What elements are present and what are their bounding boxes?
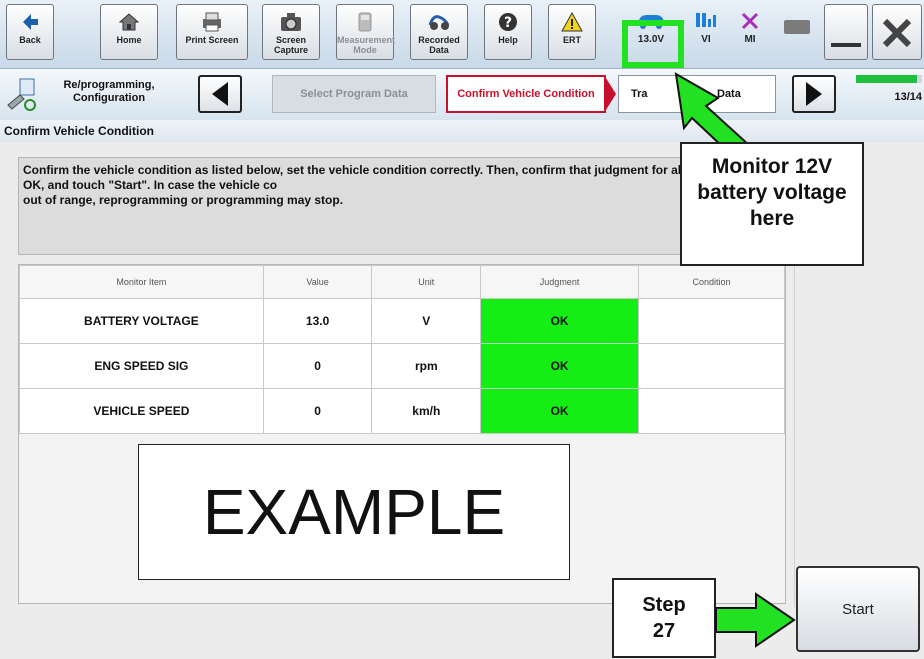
ert-button[interactable]: ERT	[548, 4, 596, 60]
judgment-cell: OK	[480, 298, 639, 344]
column-header-condition: Condition	[637, 265, 786, 299]
column-header-value: Value	[262, 265, 373, 299]
minimize-button[interactable]	[824, 4, 868, 60]
judgment-cell: OK	[480, 388, 639, 434]
monitor-item-cell: ENG SPEED SIG	[19, 343, 264, 389]
back-button[interactable]: Back	[6, 4, 54, 60]
table-row: ENG SPEED SIG 0 rpm OK	[19, 343, 786, 389]
table-row: VEHICLE SPEED 0 km/h OK	[19, 388, 786, 434]
instruction-text-tail: out of range, reprogramming or programmi…	[23, 193, 344, 207]
print-screen-button[interactable]: Print Screen	[176, 4, 248, 60]
minimize-icon	[831, 43, 861, 47]
progress-indicator: 13/14	[856, 75, 922, 113]
value-cell: 13.0	[262, 298, 373, 344]
battery-status-icon	[784, 20, 810, 34]
unit-cell: rpm	[371, 343, 482, 389]
start-button[interactable]: Start	[796, 566, 920, 652]
home-icon	[118, 13, 140, 31]
left-arrow-icon	[212, 82, 228, 106]
monitor-table: Monitor Item Value Unit Judgment Conditi…	[19, 265, 786, 434]
prev-step-button[interactable]	[198, 75, 242, 113]
column-header-monitor-item: Monitor Item	[19, 265, 264, 299]
mi-indicator: MI	[732, 6, 768, 45]
screen-capture-button[interactable]: Screen Capture	[262, 4, 320, 60]
toolbar: Back Home Print Screen Screen Capture Me…	[0, 0, 924, 68]
section-indicator: Re/programming, Configuration	[6, 75, 176, 115]
help-icon: ?	[499, 13, 517, 31]
condition-cell	[637, 388, 786, 434]
judgment-cell: OK	[480, 343, 639, 389]
svg-text:?: ?	[504, 15, 512, 31]
unit-cell: V	[371, 298, 482, 344]
help-button[interactable]: ? Help	[484, 4, 532, 60]
home-button[interactable]: Home	[100, 4, 158, 60]
condition-cell	[637, 343, 786, 389]
value-cell: 0	[262, 343, 373, 389]
measurement-mode-button[interactable]: Measurement Mode	[336, 4, 395, 60]
warning-icon	[561, 11, 583, 32]
next-step-button[interactable]	[792, 75, 836, 113]
close-icon	[882, 18, 912, 48]
reprogramming-icon	[7, 78, 36, 111]
page-title: Confirm Vehicle Condition	[0, 120, 924, 142]
vi-indicator: VI	[688, 6, 724, 45]
step-select-program-data[interactable]: Select Program Data	[272, 75, 436, 113]
recorded-data-button[interactable]: Recorded Data	[410, 4, 468, 60]
step-callout: Step 27	[612, 578, 716, 658]
close-button[interactable]	[872, 4, 922, 60]
condition-cell	[637, 298, 786, 344]
disconnected-x-icon	[741, 12, 759, 30]
step-confirm-vehicle-condition[interactable]: Confirm Vehicle Condition	[446, 75, 606, 113]
active-step-pointer	[604, 75, 616, 113]
unit-cell: km/h	[371, 388, 482, 434]
right-arrow-icon	[806, 82, 822, 106]
highlight-box	[622, 20, 684, 68]
step-arrow-icon	[715, 592, 796, 648]
workflow-nav: Re/programming, Configuration Select Pro…	[0, 68, 924, 121]
progress-bar	[856, 75, 918, 83]
monitor-voltage-callout: Monitor 12V battery voltage here	[680, 142, 864, 266]
column-header-judgment: Judgment	[480, 265, 639, 299]
recorded-data-icon	[428, 15, 450, 30]
monitor-item-cell: BATTERY VOLTAGE	[19, 298, 264, 344]
signal-icon	[696, 13, 716, 27]
meter-icon	[358, 12, 372, 32]
example-watermark: EXAMPLE	[138, 444, 570, 580]
camera-icon	[281, 13, 301, 31]
printer-icon	[203, 12, 221, 32]
value-cell: 0	[262, 388, 373, 434]
back-arrow-icon	[23, 14, 38, 30]
monitor-item-cell: VEHICLE SPEED	[19, 388, 264, 434]
table-row: BATTERY VOLTAGE 13.0 V OK	[19, 298, 786, 344]
column-header-unit: Unit	[371, 265, 482, 299]
